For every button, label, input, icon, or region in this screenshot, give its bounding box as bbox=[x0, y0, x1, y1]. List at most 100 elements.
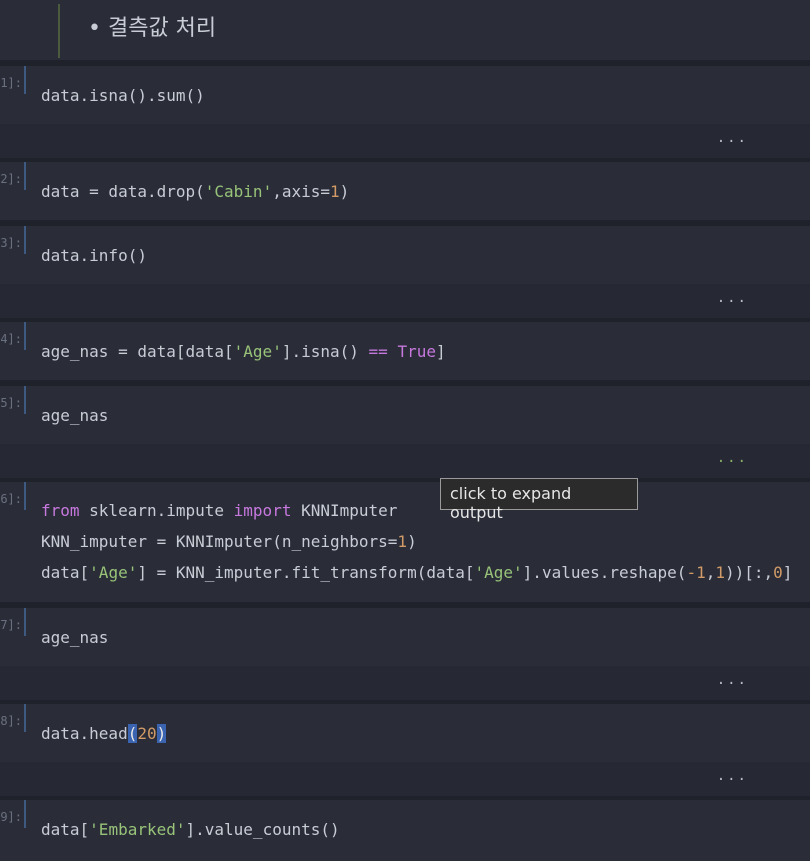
cell-indicator-bar bbox=[24, 66, 26, 94]
collapsed-output[interactable]: ... bbox=[0, 284, 810, 318]
code-token: ) bbox=[156, 724, 167, 743]
code-editor[interactable]: data.isna().sum() bbox=[41, 80, 205, 111]
expand-output-ellipsis[interactable]: ... bbox=[717, 672, 748, 688]
code-token: import bbox=[233, 501, 292, 520]
code-token: ))[:, bbox=[724, 563, 774, 582]
code-token: == bbox=[368, 342, 388, 361]
code-cell[interactable]: 4]: age_nas = data[data['Age'].isna() ==… bbox=[0, 322, 810, 380]
code-cell[interactable]: 1]: data.isna().sum() bbox=[0, 66, 810, 124]
code-line: age_nas bbox=[41, 400, 108, 431]
code-token: age_nas = data[data[ bbox=[41, 342, 234, 361]
markdown-cell[interactable]: • 결측값 처리 bbox=[0, 0, 810, 60]
code-token: 0 bbox=[773, 563, 783, 582]
code-token: 1 bbox=[397, 532, 408, 551]
code-token: ) bbox=[407, 532, 417, 551]
code-cell[interactable]: 9]: data['Embarked'].value_counts() bbox=[0, 800, 810, 861]
code-line: from sklearn.impute import KNNImputer bbox=[41, 495, 792, 526]
collapsed-output[interactable]: ... bbox=[0, 762, 810, 796]
code-token: sklearn.impute bbox=[79, 501, 234, 520]
code-token: 'Cabin' bbox=[204, 182, 273, 201]
markdown-heading: • 결측값 처리 bbox=[88, 16, 217, 41]
code-token: data[ bbox=[41, 820, 90, 839]
code-token: 'Age' bbox=[233, 342, 282, 361]
code-token: from bbox=[41, 501, 80, 520]
code-editor[interactable]: data = data.drop('Cabin',axis=1) bbox=[41, 176, 349, 207]
code-token: ].values.reshape( bbox=[522, 563, 687, 582]
code-editor[interactable]: data['Embarked'].value_counts() bbox=[41, 814, 340, 845]
code-token: ] bbox=[435, 342, 446, 361]
code-editor[interactable]: data.head(20) bbox=[41, 718, 167, 749]
code-editor[interactable]: age_nas = data[data['Age'].isna() == Tru… bbox=[41, 336, 446, 367]
code-token: ( bbox=[127, 724, 138, 743]
code-editor[interactable]: from sklearn.impute import KNNImputer KNN… bbox=[41, 495, 792, 588]
markdown-indent-line bbox=[58, 4, 60, 58]
code-token: ] bbox=[782, 563, 793, 582]
code-token: 20 bbox=[137, 724, 157, 743]
execution-count: 6]: bbox=[0, 492, 22, 506]
code-cell[interactable]: 7]: age_nas bbox=[0, 608, 810, 666]
cell-indicator-bar bbox=[24, 386, 26, 414]
execution-count: 3]: bbox=[0, 236, 22, 250]
code-token: ] = KNN_imputer.fit_transform(data[ bbox=[137, 563, 475, 582]
code-token: data = data.drop( bbox=[41, 182, 205, 201]
code-token: data.isna().sum() bbox=[41, 86, 205, 105]
code-token: age_nas bbox=[41, 406, 109, 425]
code-line: data['Embarked'].value_counts() bbox=[41, 814, 340, 845]
code-token: ,axis= bbox=[272, 182, 330, 201]
code-cell[interactable]: 6]: from sklearn.impute import KNNImpute… bbox=[0, 482, 810, 602]
cell-indicator-bar bbox=[24, 322, 26, 350]
expand-output-ellipsis[interactable]: ... bbox=[717, 130, 748, 146]
code-token: , bbox=[705, 563, 716, 582]
code-token: KNNImputer bbox=[291, 501, 398, 520]
code-token: 1 bbox=[330, 182, 340, 201]
code-token: True bbox=[397, 342, 436, 361]
code-editor[interactable]: age_nas bbox=[41, 622, 108, 653]
code-cell[interactable]: 3]: data.info() bbox=[0, 226, 810, 284]
cell-indicator-bar bbox=[24, 704, 26, 732]
cell-indicator-bar bbox=[24, 800, 26, 828]
code-token: KNN_imputer = KNNImputer(n_neighbors= bbox=[41, 532, 398, 551]
cell-indicator-bar bbox=[24, 162, 26, 190]
code-line: data['Age'] = KNN_imputer.fit_transform(… bbox=[41, 557, 792, 588]
expand-output-ellipsis[interactable]: ... bbox=[717, 290, 748, 306]
code-line: age_nas = data[data['Age'].isna() == Tru… bbox=[41, 336, 446, 367]
code-token: 1 bbox=[715, 563, 725, 582]
execution-count: 5]: bbox=[0, 396, 22, 410]
expand-output-ellipsis[interactable]: ... bbox=[717, 768, 748, 784]
code-token: age_nas bbox=[41, 628, 109, 647]
code-editor[interactable]: data.info() bbox=[41, 240, 147, 271]
code-token: ) bbox=[339, 182, 350, 201]
code-editor[interactable]: age_nas bbox=[41, 400, 108, 431]
code-line: data.info() bbox=[41, 240, 147, 271]
code-token: data.info() bbox=[41, 246, 147, 265]
code-cell[interactable]: 8]: data.head(20) bbox=[0, 704, 810, 762]
code-token: ].value_counts() bbox=[185, 820, 340, 839]
cell-indicator-bar bbox=[24, 608, 26, 636]
code-cell[interactable]: 2]: data = data.drop('Cabin',axis=1) bbox=[0, 162, 810, 220]
expand-output-tooltip: click to expand output bbox=[440, 478, 638, 522]
expand-output-ellipsis[interactable]: ... bbox=[717, 450, 748, 466]
code-line: data.head(20) bbox=[41, 718, 167, 749]
code-line: data.isna().sum() bbox=[41, 80, 205, 111]
code-cell[interactable]: 5]: age_nas bbox=[0, 386, 810, 444]
code-token: 'Age' bbox=[89, 563, 138, 582]
cell-indicator-bar bbox=[24, 226, 26, 254]
collapsed-output[interactable]: ... bbox=[0, 444, 810, 478]
code-line: KNN_imputer = KNNImputer(n_neighbors=1) bbox=[41, 526, 792, 557]
cell-indicator-bar bbox=[24, 482, 26, 510]
execution-count: 8]: bbox=[0, 714, 22, 728]
code-token: 'Embarked' bbox=[89, 820, 186, 839]
code-token: ].isna() bbox=[281, 342, 369, 361]
execution-count: 9]: bbox=[0, 810, 22, 824]
code-line: age_nas bbox=[41, 622, 108, 653]
collapsed-output[interactable]: ... bbox=[0, 124, 810, 158]
execution-count: 2]: bbox=[0, 172, 22, 186]
code-token: data[ bbox=[41, 563, 90, 582]
code-line: data = data.drop('Cabin',axis=1) bbox=[41, 176, 349, 207]
execution-count: 1]: bbox=[0, 76, 22, 90]
execution-count: 4]: bbox=[0, 332, 22, 346]
execution-count: 7]: bbox=[0, 618, 22, 632]
code-token: -1 bbox=[686, 563, 706, 582]
collapsed-output[interactable]: ... bbox=[0, 666, 810, 700]
